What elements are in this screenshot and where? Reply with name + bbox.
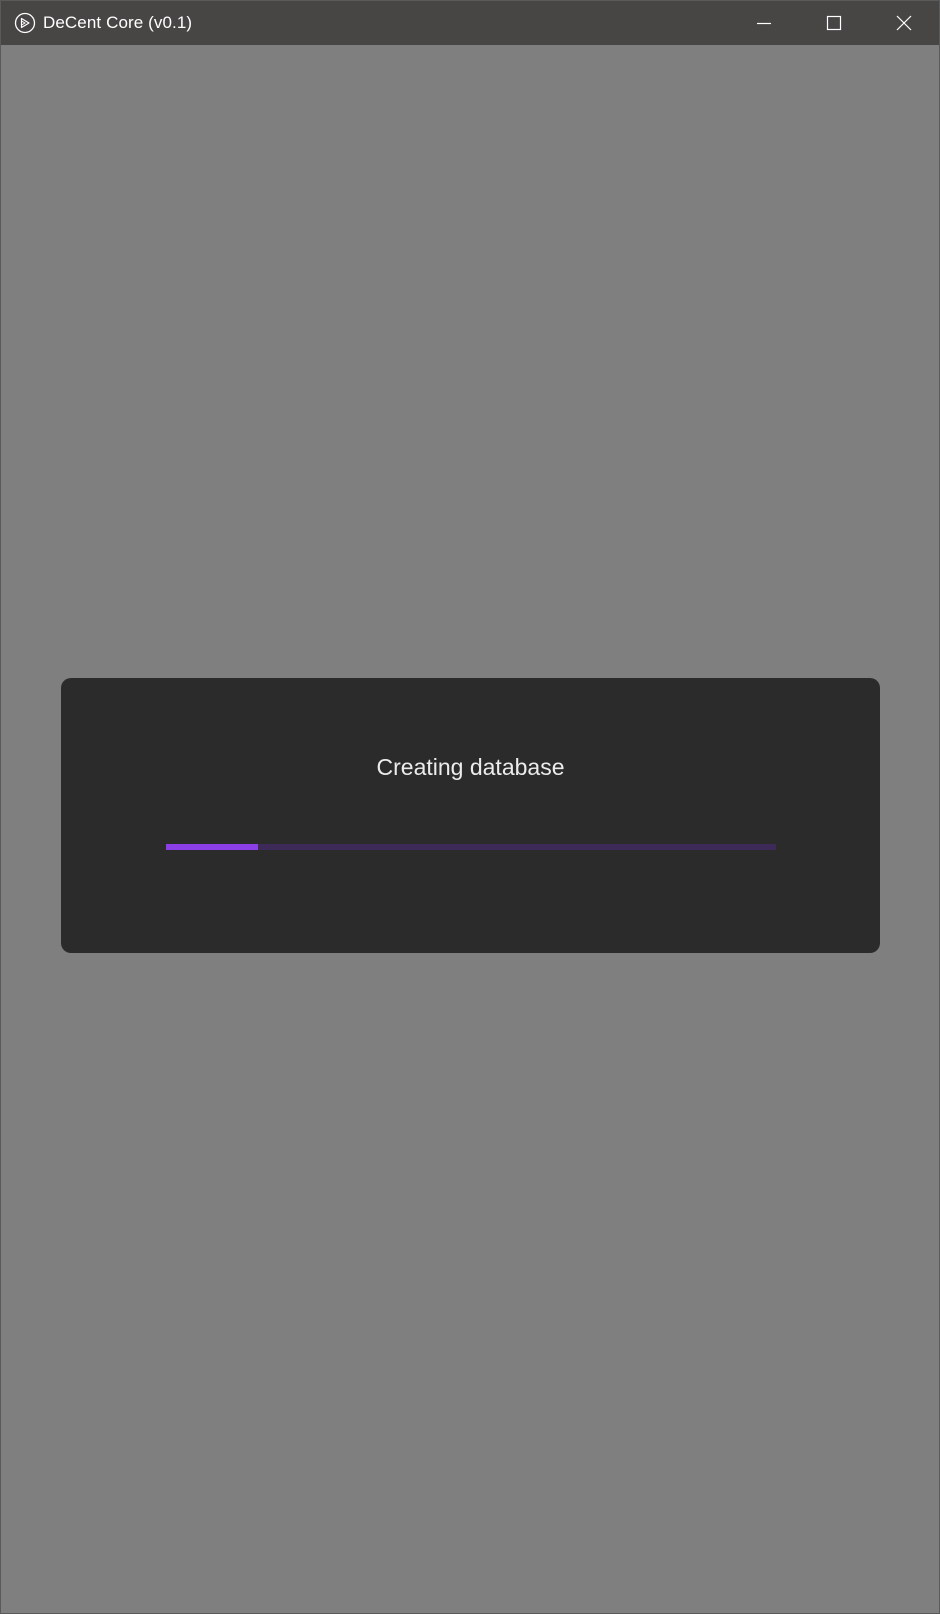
progress-dialog: Creating database: [61, 678, 880, 953]
minimize-button[interactable]: [729, 1, 799, 45]
main-content: Creating database: [1, 45, 939, 1613]
status-message: Creating database: [376, 754, 565, 780]
title-bar[interactable]: DeCent Core (v0.1): [1, 1, 939, 45]
minimize-icon: [757, 22, 771, 25]
window-controls: [729, 1, 939, 45]
maximize-icon: [826, 15, 842, 31]
progress-bar: [166, 844, 776, 850]
window-title: DeCent Core (v0.1): [43, 13, 193, 32]
progress-bar-fill: [166, 844, 258, 850]
close-icon: [896, 15, 912, 31]
maximize-button[interactable]: [799, 1, 869, 45]
app-window: DeCent Core (v0.1) Creating database: [0, 0, 940, 1614]
close-button[interactable]: [869, 1, 939, 45]
decent-logo-icon: [14, 12, 36, 34]
